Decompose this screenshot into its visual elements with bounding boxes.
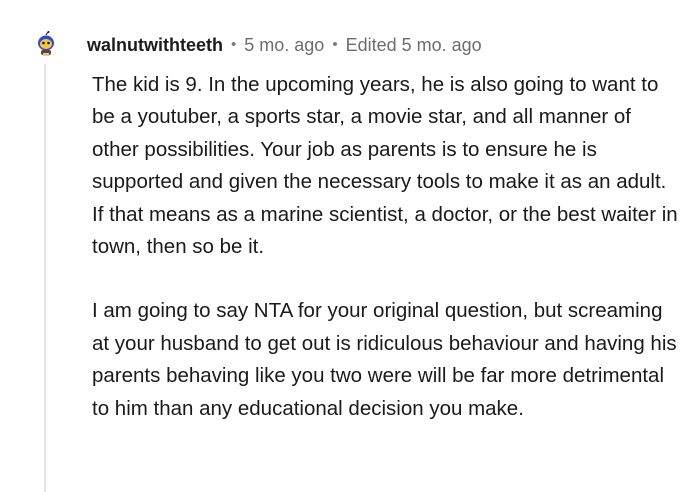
timestamp[interactable]: 5 mo. ago (244, 33, 324, 57)
edited-label: Edited 5 mo. ago (345, 35, 482, 55)
user-avatar-icon[interactable] (34, 31, 58, 57)
comment-paragraph: The kid is 9. In the upcoming years, he … (92, 73, 678, 259)
comment-body: The kid is 9. In the upcoming years, he … (92, 69, 682, 425)
separator-dot: • (231, 36, 237, 53)
comment-header: walnutwithteeth • 5 mo. ago • Edited 5 m… (87, 33, 482, 57)
comment-paragraph: I am going to say NTA for your original … (92, 299, 677, 420)
thread-line[interactable] (44, 64, 46, 492)
username-link[interactable]: walnutwithteeth (87, 33, 223, 57)
separator-dot: • (332, 36, 338, 53)
